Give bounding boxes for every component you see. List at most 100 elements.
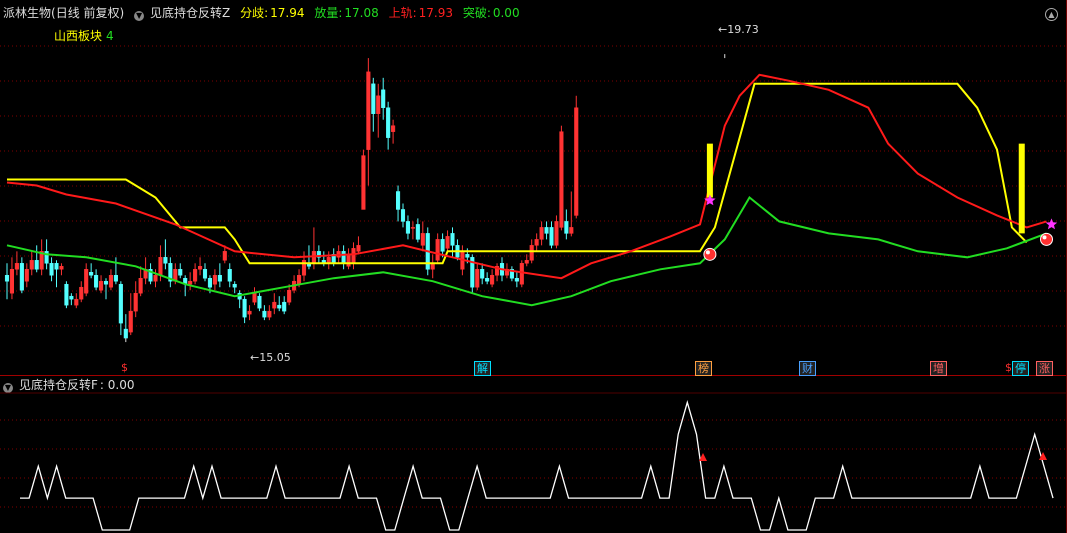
candle-body (198, 266, 203, 270)
candle-body (89, 272, 94, 276)
candle-body (54, 263, 59, 270)
candle-body (297, 275, 302, 285)
candle-body (514, 278, 519, 282)
yellow-band-line (7, 82, 1028, 265)
candle-body (420, 233, 425, 246)
candle-body (435, 239, 440, 261)
high-price-value: 19.73 (727, 23, 759, 36)
candle-body (524, 260, 529, 264)
candle-body (381, 89, 386, 108)
candle-body (549, 227, 554, 246)
high-price-mark: ←19.73 (718, 23, 759, 36)
candle-body (49, 263, 54, 276)
candle-body (262, 310, 267, 318)
event-tag[interactable]: 榜 (695, 361, 712, 376)
candle-body (138, 278, 143, 294)
candle-body (252, 292, 257, 303)
event-tag[interactable]: $ (119, 361, 130, 374)
candle-body (569, 227, 574, 234)
candle-body (128, 310, 133, 333)
candle-body (465, 254, 470, 258)
candle-body (222, 251, 227, 261)
signal-bar (706, 143, 713, 198)
candle-body (475, 269, 480, 288)
candle-body (356, 245, 361, 252)
candle-body (485, 278, 490, 282)
kline-chart[interactable] (0, 0, 1067, 533)
candle-body (257, 295, 262, 309)
signal-ball-icon (1040, 232, 1053, 246)
candle-body (133, 292, 138, 312)
candle-body (59, 266, 64, 270)
candle-body (247, 310, 252, 315)
candle-body (519, 263, 524, 285)
candle-body (153, 275, 158, 282)
candle-body (341, 251, 346, 264)
event-tag[interactable]: 财 (799, 361, 816, 376)
candle-body (564, 221, 569, 234)
candle-body (99, 280, 104, 291)
candle-body (386, 107, 391, 138)
candle-body (282, 301, 287, 312)
candle-body (19, 263, 24, 291)
candle-body (178, 269, 183, 276)
candle-body (9, 269, 14, 294)
signal-ball-icon (703, 247, 717, 261)
candle-body (123, 328, 128, 339)
event-tag[interactable]: 解 (474, 361, 491, 376)
candle-body (490, 275, 495, 285)
candle-body (391, 125, 396, 132)
candle-body (74, 298, 79, 306)
candle-body (158, 257, 163, 276)
candle-body (84, 269, 89, 294)
candle-body (118, 283, 123, 324)
candle-body (346, 254, 351, 267)
candle-body (232, 283, 237, 288)
candle-body (351, 248, 356, 264)
candle-body (69, 295, 74, 300)
event-tag[interactable]: 停 (1012, 361, 1029, 376)
candle-body (559, 131, 564, 228)
low-price-mark: ←15.05 (250, 351, 291, 364)
candle-body (108, 275, 114, 288)
candle-body (480, 269, 485, 279)
candle-body (113, 275, 118, 282)
candle-body (4, 275, 10, 282)
candle-body (94, 275, 99, 288)
candle-body (287, 289, 292, 303)
candle-body (217, 275, 222, 282)
candle-body (277, 304, 282, 309)
candle-body (554, 221, 559, 246)
candle-body (188, 280, 193, 285)
signal-ball-highlight (1042, 235, 1047, 240)
candle-body (400, 209, 406, 222)
candle-body (24, 269, 29, 282)
event-tag[interactable]: 增 (930, 361, 947, 376)
candle-body (574, 107, 579, 216)
candle-body (376, 95, 381, 114)
buy-star-icon (1045, 218, 1058, 230)
candle-body (396, 191, 401, 210)
candle-body (445, 236, 450, 249)
candle-body (539, 227, 544, 240)
candle-body (212, 275, 217, 285)
candle-body (163, 257, 168, 264)
signal-ball-highlight (705, 250, 710, 255)
candle-body (64, 283, 69, 306)
candle-body (14, 263, 19, 270)
candle-body (440, 239, 445, 252)
event-tag[interactable]: 涨 (1036, 361, 1053, 376)
candle-body (34, 260, 39, 270)
candle-body (29, 260, 34, 270)
candle-body (405, 221, 410, 234)
candle-body (267, 310, 272, 318)
candle-body (207, 278, 212, 288)
candle-body (529, 245, 534, 261)
candle-body (361, 155, 366, 210)
candle-body (193, 269, 198, 282)
sub-indicator-line (20, 400, 1054, 531)
candle-body (410, 227, 415, 229)
candle-body (544, 227, 549, 234)
candle-body (415, 224, 420, 240)
candle-body (366, 71, 371, 150)
